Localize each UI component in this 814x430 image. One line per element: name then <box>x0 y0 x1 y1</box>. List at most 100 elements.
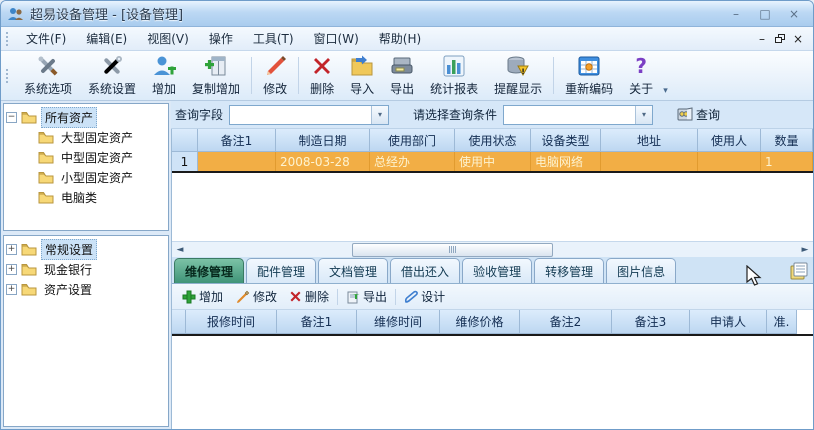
query-condition-input[interactable] <box>504 105 636 124</box>
tree-node-all-assets[interactable]: − 所有资产 <box>6 106 166 128</box>
repair-table-header: 报修时间 备注1 维修时间 维修价格 备注2 备注3 申请人 准. <box>172 310 813 336</box>
close-button[interactable]: × <box>781 5 807 22</box>
tree-node-large-assets[interactable]: 大型固定资产 <box>6 127 166 147</box>
tab-lend-return[interactable]: 借出还入 <box>390 258 461 283</box>
column-header[interactable]: 报修时间 <box>186 310 277 334</box>
expand-icon[interactable]: + <box>6 283 17 295</box>
titlebar: 超易设备管理 - [设备管理] – □ × <box>1 1 813 27</box>
main-toolbar: 系统选项 系统设置 增加 复制增加 修改 删除 导入 导出 统计报表 提醒显示 … <box>1 51 813 101</box>
column-header[interactable]: 数量 <box>761 129 813 152</box>
question-icon: ? <box>635 53 647 78</box>
column-header[interactable]: 备注3 <box>612 310 690 334</box>
table-row-selected[interactable]: 1 2008-03-28 总经办 使用中 电脑网络 1 <box>172 152 813 173</box>
tree-node-medium-assets[interactable]: 中型固定资产 <box>6 147 166 167</box>
column-header[interactable]: 使用部门 <box>370 129 455 152</box>
query-field-label: 查询字段 <box>175 108 224 122</box>
copy-add-button[interactable]: 复制增加 <box>184 51 248 100</box>
detail-toolbar: 增加 修改 删除 导出 设计 <box>172 284 813 310</box>
import-button[interactable]: 导入 <box>342 51 382 100</box>
system-settings-button[interactable]: 系统设置 <box>80 51 144 100</box>
tree-node-asset-settings[interactable]: + 资产设置 <box>6 279 166 299</box>
system-options-button[interactable]: 系统选项 <box>16 51 80 100</box>
design-icon <box>405 290 418 303</box>
folder-icon <box>38 191 54 203</box>
mdi-close-button[interactable]: × <box>791 33 805 45</box>
tree-node-computer-class[interactable]: 电脑类 <box>6 187 166 207</box>
tab-repair-management[interactable]: 维修管理 <box>174 258 245 283</box>
tools-icon <box>38 56 58 76</box>
mdi-minimize-button[interactable]: – <box>755 33 769 45</box>
detail-add-button[interactable]: 增加 <box>178 286 227 307</box>
search-button[interactable]: 查询 <box>671 104 726 125</box>
column-header[interactable]: 使用人 <box>698 129 761 152</box>
toolbar-separator <box>337 288 339 305</box>
export-doc-icon <box>347 291 360 303</box>
menu-operate[interactable]: 操作 <box>199 27 243 50</box>
mdi-restore-button[interactable] <box>775 34 785 43</box>
cell-usage-status: 使用中 <box>455 152 531 171</box>
minimize-button[interactable]: – <box>723 5 749 22</box>
recode-button[interactable]: 重新编码 <box>557 51 621 100</box>
expand-icon[interactable]: + <box>6 263 17 275</box>
tree-node-general-settings[interactable]: + 常规设置 <box>6 238 166 260</box>
about-button[interactable]: ? 关于 <box>621 51 661 100</box>
scrollbar-thumb[interactable] <box>352 242 554 257</box>
query-condition-combobox[interactable]: ▾ <box>503 104 654 125</box>
menu-help[interactable]: 帮助(H) <box>369 27 431 50</box>
column-header-rownum[interactable] <box>172 129 198 152</box>
column-header[interactable]: 备注2 <box>520 310 612 334</box>
menu-tools[interactable]: 工具(T) <box>243 27 304 50</box>
column-header[interactable]: 备注1 <box>198 129 276 152</box>
query-field-combobox[interactable]: ▾ <box>229 104 390 125</box>
column-header[interactable]: 申请人 <box>690 310 767 334</box>
detail-modify-button[interactable]: 修改 <box>231 286 281 307</box>
menu-window[interactable]: 窗口(W) <box>304 27 369 50</box>
folder-icon <box>21 283 37 295</box>
scrollbar-track[interactable] <box>188 242 797 257</box>
reminder-button[interactable]: 提醒显示 <box>486 51 550 100</box>
horizontal-scrollbar[interactable]: ◄ ► <box>172 241 813 257</box>
toolbar-overflow-button[interactable]: ▾ <box>661 86 672 100</box>
expand-icon[interactable]: + <box>6 243 17 255</box>
delete-button[interactable]: 删除 <box>302 51 342 100</box>
column-header[interactable]: 维修时间 <box>357 310 440 334</box>
cell-manufacture-date: 2008-03-28 <box>276 152 370 171</box>
equipment-table: 备注1 制造日期 使用部门 使用状态 设备类型 地址 使用人 数量 1 2008… <box>171 129 813 257</box>
detail-export-button[interactable]: 导出 <box>342 286 391 307</box>
column-header[interactable]: 准. <box>767 310 797 334</box>
cell-department: 总经办 <box>370 152 455 171</box>
modify-button[interactable]: 修改 <box>255 51 295 100</box>
tab-acceptance-management[interactable]: 验收管理 <box>462 258 533 283</box>
tab-picture-info[interactable]: 图片信息 <box>606 258 677 283</box>
add-button[interactable]: 增加 <box>144 51 184 100</box>
column-header[interactable]: 备注1 <box>277 310 357 334</box>
form-view-icon[interactable] <box>789 262 809 280</box>
chevron-down-icon[interactable]: ▾ <box>371 105 389 124</box>
column-header[interactable]: 设备类型 <box>531 129 601 152</box>
column-header[interactable]: 制造日期 <box>276 129 370 152</box>
column-header[interactable]: 使用状态 <box>455 129 531 152</box>
detail-delete-button[interactable]: 删除 <box>285 286 333 307</box>
column-header[interactable]: 地址 <box>601 129 698 152</box>
column-header[interactable]: 维修价格 <box>440 310 520 334</box>
menu-view[interactable]: 视图(V) <box>137 27 199 50</box>
collapse-icon[interactable]: − <box>6 111 17 123</box>
scroll-left-icon[interactable]: ◄ <box>172 245 188 255</box>
report-button[interactable]: 统计报表 <box>422 51 486 100</box>
menu-file[interactable]: 文件(F) <box>16 27 76 50</box>
asset-tree: − 所有资产 大型固定资产 中型固定资产 小型固定资产 电脑类 <box>3 103 169 231</box>
maximize-button[interactable]: □ <box>752 5 778 22</box>
tree-node-small-assets[interactable]: 小型固定资产 <box>6 167 166 187</box>
tab-parts-management[interactable]: 配件管理 <box>246 258 317 283</box>
scroll-right-icon[interactable]: ► <box>797 245 813 255</box>
tree-node-cash-bank[interactable]: + 现金银行 <box>6 259 166 279</box>
query-field-input[interactable] <box>230 105 372 124</box>
menubar: 文件(F) 编辑(E) 视图(V) 操作 工具(T) 窗口(W) 帮助(H) –… <box>1 27 813 51</box>
tab-document-management[interactable]: 文档管理 <box>318 258 389 283</box>
chevron-down-icon[interactable]: ▾ <box>635 105 653 124</box>
delete-icon <box>314 57 331 74</box>
tab-transfer-management[interactable]: 转移管理 <box>534 258 605 283</box>
detail-design-button[interactable]: 设计 <box>400 286 449 307</box>
menu-edit[interactable]: 编辑(E) <box>76 27 137 50</box>
export-button[interactable]: 导出 <box>382 51 422 100</box>
